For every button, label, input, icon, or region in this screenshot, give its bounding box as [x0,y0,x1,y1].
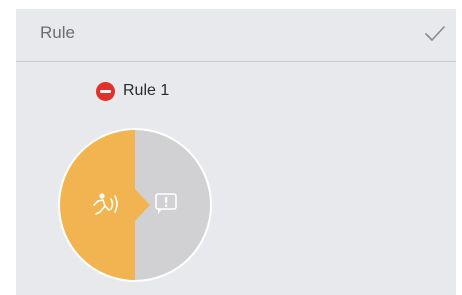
trigger-half [60,130,135,280]
rule-label: Rule 1 [123,82,170,99]
minus-circle-icon[interactable] [96,81,115,101]
rule-row: Rule 1 [96,81,169,101]
header-bar: Rule [16,9,456,62]
rule-diagram[interactable] [56,126,214,284]
rule-panel: Rule Rule 1 [16,9,456,295]
checkmark-icon[interactable] [422,21,448,47]
page-title: Rule [40,23,75,42]
